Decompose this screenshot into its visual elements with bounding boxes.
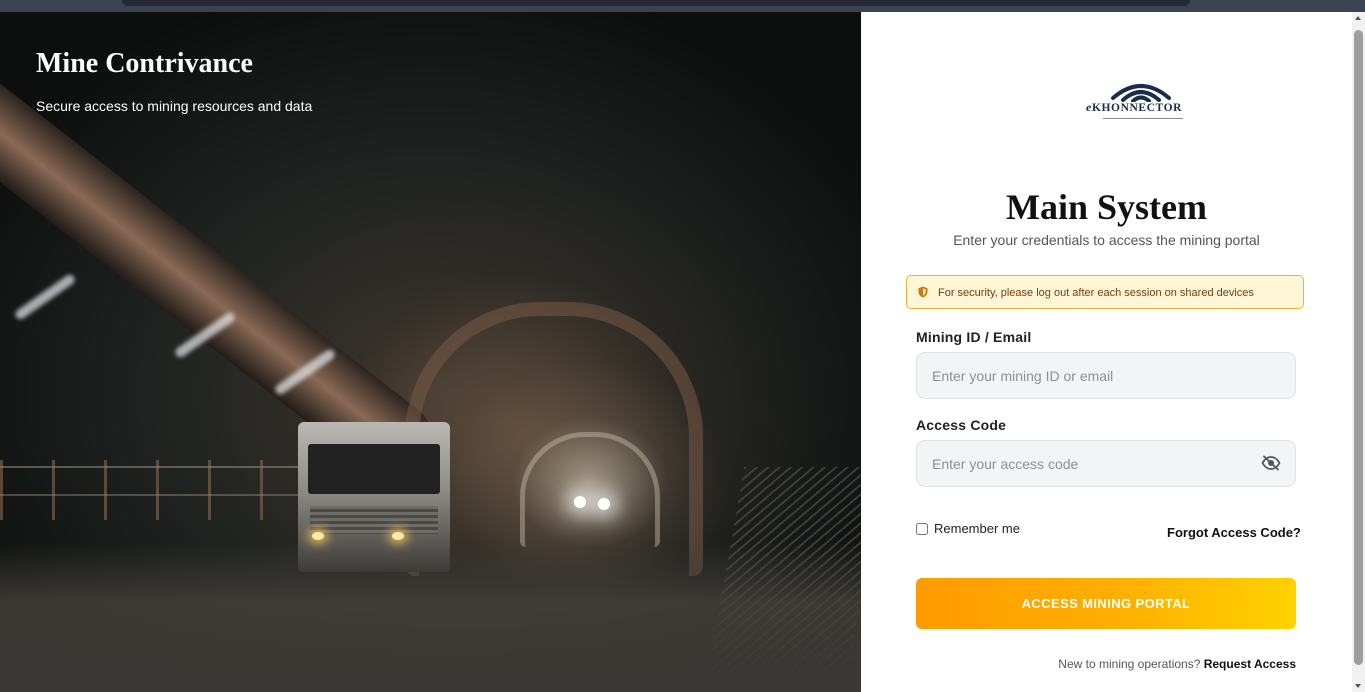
page-scrollbar[interactable]: [1352, 12, 1365, 692]
mining-id-label: Mining ID / Email: [916, 329, 1032, 345]
forgot-access-code-link[interactable]: Forgot Access Code?: [1167, 525, 1301, 540]
tunnel-inner-arch-image: [520, 432, 660, 547]
wifi-signal-icon: [1111, 84, 1171, 102]
browser-address-bar: [122, 0, 1190, 6]
access-portal-button[interactable]: ACCESS MINING PORTAL: [916, 578, 1296, 629]
headlight-glow: [312, 532, 324, 540]
new-user-text: New to mining operations?: [1058, 657, 1201, 671]
login-title: Main System: [1006, 187, 1207, 227]
remember-me-checkbox[interactable]: [916, 522, 928, 535]
truck-windshield: [308, 444, 440, 494]
access-code-input[interactable]: [916, 440, 1296, 487]
request-access-row: New to mining operations? Request Access: [861, 657, 1296, 671]
remember-me-option[interactable]: Remember me: [916, 521, 1020, 536]
truck-grille: [310, 506, 438, 534]
distant-light-glow: [598, 498, 610, 510]
login-panel: eKHONNECTOR Main System Enter your crede…: [861, 12, 1352, 692]
access-code-label: Access Code: [916, 417, 1007, 433]
headlight-glow: [392, 532, 404, 540]
login-subtitle: Enter your credentials to access the min…: [953, 232, 1260, 248]
hero-panel: Mine Contrivance Secure access to mining…: [0, 12, 861, 692]
security-notice: For security, please log out after each …: [906, 275, 1304, 309]
hero-subtitle: Secure access to mining resources and da…: [36, 98, 313, 114]
shield-icon: [918, 286, 928, 298]
tunnel-lamp-image: [13, 272, 77, 322]
distant-light-glow: [574, 496, 586, 508]
mining-truck-image: [298, 422, 450, 572]
scrollbar-thumb[interactable]: [1354, 30, 1363, 665]
ekhonnector-logo: eKHONNECTOR: [1081, 76, 1201, 124]
security-notice-text: For security, please log out after each …: [938, 287, 1254, 299]
scroll-up-icon[interactable]: [1355, 16, 1361, 20]
scroll-down-icon[interactable]: [1355, 684, 1361, 688]
browser-top-strip: [0, 0, 1365, 12]
logo-name: KHONNECTOR: [1091, 102, 1183, 114]
remember-me-label: Remember me: [934, 521, 1020, 536]
request-access-link[interactable]: Request Access: [1204, 657, 1296, 671]
mining-id-input[interactable]: [916, 352, 1296, 399]
eye-slash-icon[interactable]: [1261, 455, 1281, 471]
guard-rail-image: [0, 460, 300, 520]
logo-underline: [1103, 118, 1183, 119]
hero-title: Mine Contrivance: [36, 48, 253, 79]
logo-wordmark: eKHONNECTOR: [1086, 100, 1198, 115]
